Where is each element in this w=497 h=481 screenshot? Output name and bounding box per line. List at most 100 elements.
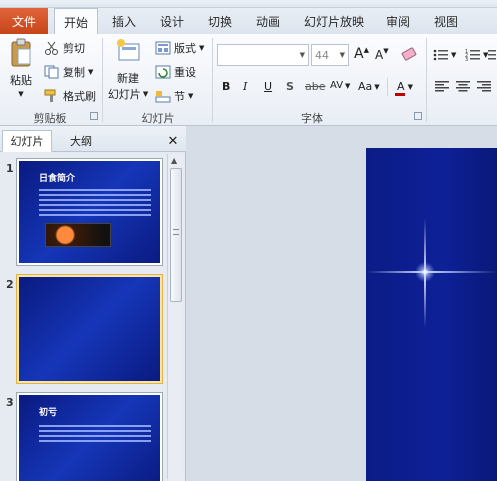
new-slide-button[interactable]: 新建 幻灯片 ▼ — [108, 38, 148, 104]
format-painter-label: 格式刷 — [63, 90, 96, 103]
scissors-icon — [44, 41, 60, 55]
tab-animations[interactable]: 动画 — [248, 8, 288, 34]
panel-tab-bar: 幻灯片 大纲 ✕ — [0, 126, 186, 152]
underline-button[interactable]: U — [264, 80, 272, 93]
character-spacing-button[interactable]: AV ▼ — [330, 80, 350, 91]
slide-thumbnail-2[interactable] — [16, 274, 163, 384]
tab-outline[interactable]: 大纲 — [54, 130, 108, 152]
text-shadow-button[interactable]: S — [286, 80, 294, 93]
align-center-button[interactable] — [456, 80, 470, 92]
slide-preview: 日食简介 — [19, 161, 160, 263]
tab-slideshow[interactable]: 幻灯片放映 — [296, 8, 372, 34]
clipboard-icon — [9, 38, 33, 68]
strikethrough-button[interactable]: abe — [305, 80, 326, 93]
chevron-down-icon: ▼ — [345, 81, 351, 90]
thumb-title: 日食简介 — [39, 174, 76, 184]
tab-file[interactable]: 文件 — [0, 8, 48, 34]
font-color-button[interactable]: A ▼ — [395, 80, 415, 96]
tab-review[interactable]: 审阅 — [378, 8, 418, 34]
eraser-icon — [400, 45, 418, 63]
paste-button[interactable]: 粘贴 ▼ — [6, 38, 36, 104]
align-left-icon — [435, 80, 449, 92]
close-icon[interactable]: ✕ — [164, 130, 182, 152]
bullet-list-icon — [433, 48, 449, 62]
panel-scrollbar[interactable]: ▲ — [167, 154, 183, 479]
group-divider — [102, 38, 103, 122]
shrink-font-glyph: A — [375, 48, 384, 62]
slide-thumbnail-3[interactable]: 初亏 — [16, 392, 163, 481]
section-button[interactable]: 节 ▼ — [155, 88, 193, 104]
thumb-body-text — [39, 425, 151, 445]
chevron-down-icon: ▼ — [188, 92, 194, 100]
chevron-down-icon: ▼ — [142, 90, 149, 98]
font-color-glyph-row: A ▼ — [397, 80, 413, 93]
align-center-icon — [456, 80, 470, 92]
grow-font-button[interactable]: A ▲ — [354, 46, 369, 62]
clear-formatting-button[interactable] — [400, 45, 418, 63]
group-divider — [387, 78, 388, 96]
character-spacing-glyph: AV — [330, 80, 344, 91]
chevron-down-icon: ▼ — [88, 68, 94, 76]
current-slide-canvas[interactable] — [366, 148, 497, 481]
align-right-button[interactable] — [477, 80, 491, 92]
grow-font-glyph: A — [354, 46, 364, 62]
slide-preview: 初亏 — [19, 395, 160, 481]
shrink-font-button[interactable]: A ▼ — [375, 47, 389, 62]
slide-editing-area[interactable] — [187, 126, 497, 481]
reset-icon — [155, 65, 171, 79]
cut-label: 剪切 — [63, 42, 85, 55]
bullets-button[interactable]: ▼ — [433, 48, 456, 62]
eclipse-image — [45, 223, 111, 247]
slide-number: 2 — [6, 278, 14, 291]
cut-button[interactable]: 剪切 — [44, 40, 85, 56]
font-name-combobox[interactable]: ▼ — [217, 44, 309, 66]
clipboard-group-label: 剪贴板 — [33, 112, 67, 125]
slide-number: 1 — [6, 162, 14, 175]
bold-button[interactable]: B — [222, 80, 230, 93]
new-slide-icon — [115, 38, 141, 64]
chevron-down-icon: ▼ — [339, 51, 345, 59]
change-case-button[interactable]: Aa ▼ — [358, 80, 380, 93]
layout-button[interactable]: 版式 ▼ — [155, 40, 204, 56]
tab-view[interactable]: 视图 — [426, 8, 466, 34]
ribbon-home: 粘贴 ▼ 剪切 复制 ▼ 格式刷 剪贴板 新建 幻灯片 ▼ 版式 ▼ 重设 节 … — [0, 34, 497, 126]
font-color-bar — [395, 93, 405, 96]
chevron-down-icon: ▼ — [407, 82, 413, 91]
line-spacing-button[interactable] — [488, 48, 496, 62]
copy-button[interactable]: 复制 ▼ — [44, 64, 93, 80]
grow-arrow-icon: ▲ — [363, 46, 369, 54]
font-group-label: 字体 — [301, 112, 323, 125]
change-case-glyph: Aa — [358, 80, 373, 93]
reset-button[interactable]: 重设 — [155, 64, 196, 80]
slide-thumbnail-1[interactable]: 日食简介 — [16, 158, 163, 266]
tab-transitions[interactable]: 切换 — [200, 8, 240, 34]
thumb-body-text — [39, 189, 151, 219]
format-painter-button[interactable]: 格式刷 — [44, 88, 96, 104]
font-dialog-launcher[interactable] — [414, 112, 422, 120]
scrollbar-thumb[interactable] — [170, 168, 182, 302]
font-size-value: 44 — [315, 48, 329, 62]
layout-icon — [155, 41, 171, 55]
tab-design[interactable]: 设计 — [152, 8, 192, 34]
light-flare-center — [415, 262, 435, 282]
tab-insert[interactable]: 插入 — [104, 8, 144, 34]
slide-number: 3 — [6, 396, 14, 409]
scroll-up-icon[interactable]: ▲ — [171, 156, 177, 165]
chevron-down-icon: ▼ — [18, 90, 24, 98]
reset-label: 重设 — [174, 66, 196, 79]
copy-icon — [44, 65, 60, 79]
chevron-down-icon: ▼ — [374, 82, 380, 91]
slide-preview — [19, 277, 160, 381]
powerpoint-window: 文件 开始 插入 设计 切换 动画 幻灯片放映 审阅 视图 粘贴 ▼ 剪切 复制… — [0, 0, 497, 481]
chevron-down-icon: ▼ — [199, 44, 205, 52]
tab-home[interactable]: 开始 — [54, 8, 98, 35]
chevron-down-icon: ▼ — [299, 51, 305, 59]
italic-button[interactable]: I — [243, 80, 247, 93]
numbering-button[interactable]: 123 ▼ — [465, 48, 488, 63]
font-size-combobox[interactable]: 44 ▼ — [311, 44, 349, 66]
slides-panel: 幻灯片 大纲 ✕ 1 日食简介 2 3 初亏 ▲ — [0, 126, 186, 481]
tab-slides[interactable]: 幻灯片 — [2, 130, 52, 152]
section-icon — [155, 89, 171, 103]
align-left-button[interactable] — [435, 80, 449, 92]
clipboard-dialog-launcher[interactable] — [90, 112, 98, 120]
